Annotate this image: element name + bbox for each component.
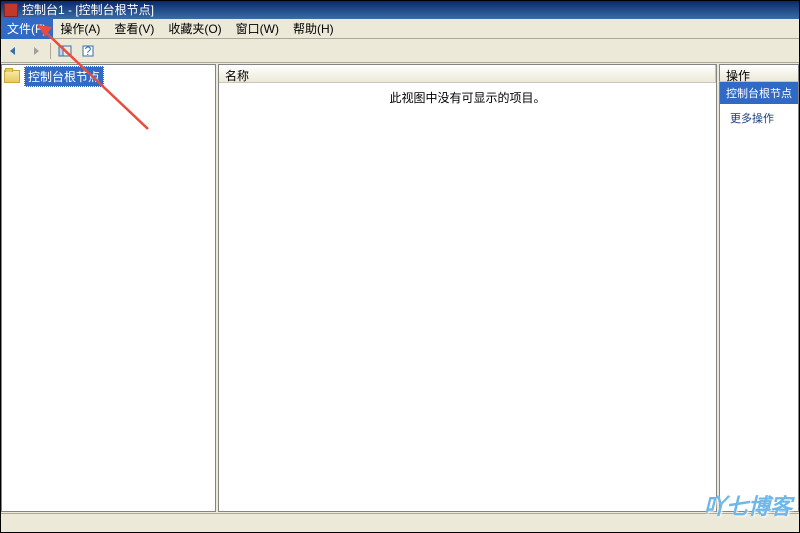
statusbar [0,513,800,533]
forward-button[interactable] [25,41,47,61]
list-pane: 名称 此视图中没有可显示的项目。 [218,64,717,512]
folder-icon [4,70,20,83]
mmc-app-icon [4,3,18,17]
svg-text:?: ? [85,44,92,58]
column-name[interactable]: 名称 [219,65,716,82]
menu-window[interactable]: 窗口(W) [229,18,286,39]
menu-help[interactable]: 帮助(H) [286,18,341,39]
actions-more-link[interactable]: 更多操作 [720,104,798,132]
actions-pane-title: 操作 [719,64,799,82]
tree-root-node[interactable]: 控制台根节点 [2,65,215,88]
titlebar: 控制台1 - [控制台根节点] [0,0,800,19]
actions-pane: 操作 控制台根节点 更多操作 [719,64,799,512]
help-button[interactable]: ? [77,41,99,61]
menu-action[interactable]: 操作(A) [53,18,107,39]
toolbar: ? [0,39,800,63]
show-hide-tree-button[interactable] [54,41,76,61]
toolbar-separator [50,43,51,59]
list-body: 此视图中没有可显示的项目。 [219,83,716,511]
menu-view[interactable]: 查看(V) [107,18,161,39]
menubar: 文件(F) 操作(A) 查看(V) 收藏夹(O) 窗口(W) 帮助(H) [0,19,800,39]
menu-file[interactable]: 文件(F) [0,18,53,39]
back-button[interactable] [2,41,24,61]
empty-list-text: 此视图中没有可显示的项目。 [389,89,545,511]
window-title: 控制台1 - [控制台根节点] [22,1,154,18]
tree-pane[interactable]: 控制台根节点 [1,64,216,512]
actions-selected-node: 控制台根节点 [720,82,798,104]
workspace: 控制台根节点 名称 此视图中没有可显示的项目。 操作 控制台根节点 更多操作 [0,63,800,513]
actions-pane-body: 控制台根节点 更多操作 [719,82,799,512]
list-header: 名称 [219,65,716,83]
menu-favorites[interactable]: 收藏夹(O) [161,18,228,39]
tree-root-label: 控制台根节点 [24,66,104,87]
